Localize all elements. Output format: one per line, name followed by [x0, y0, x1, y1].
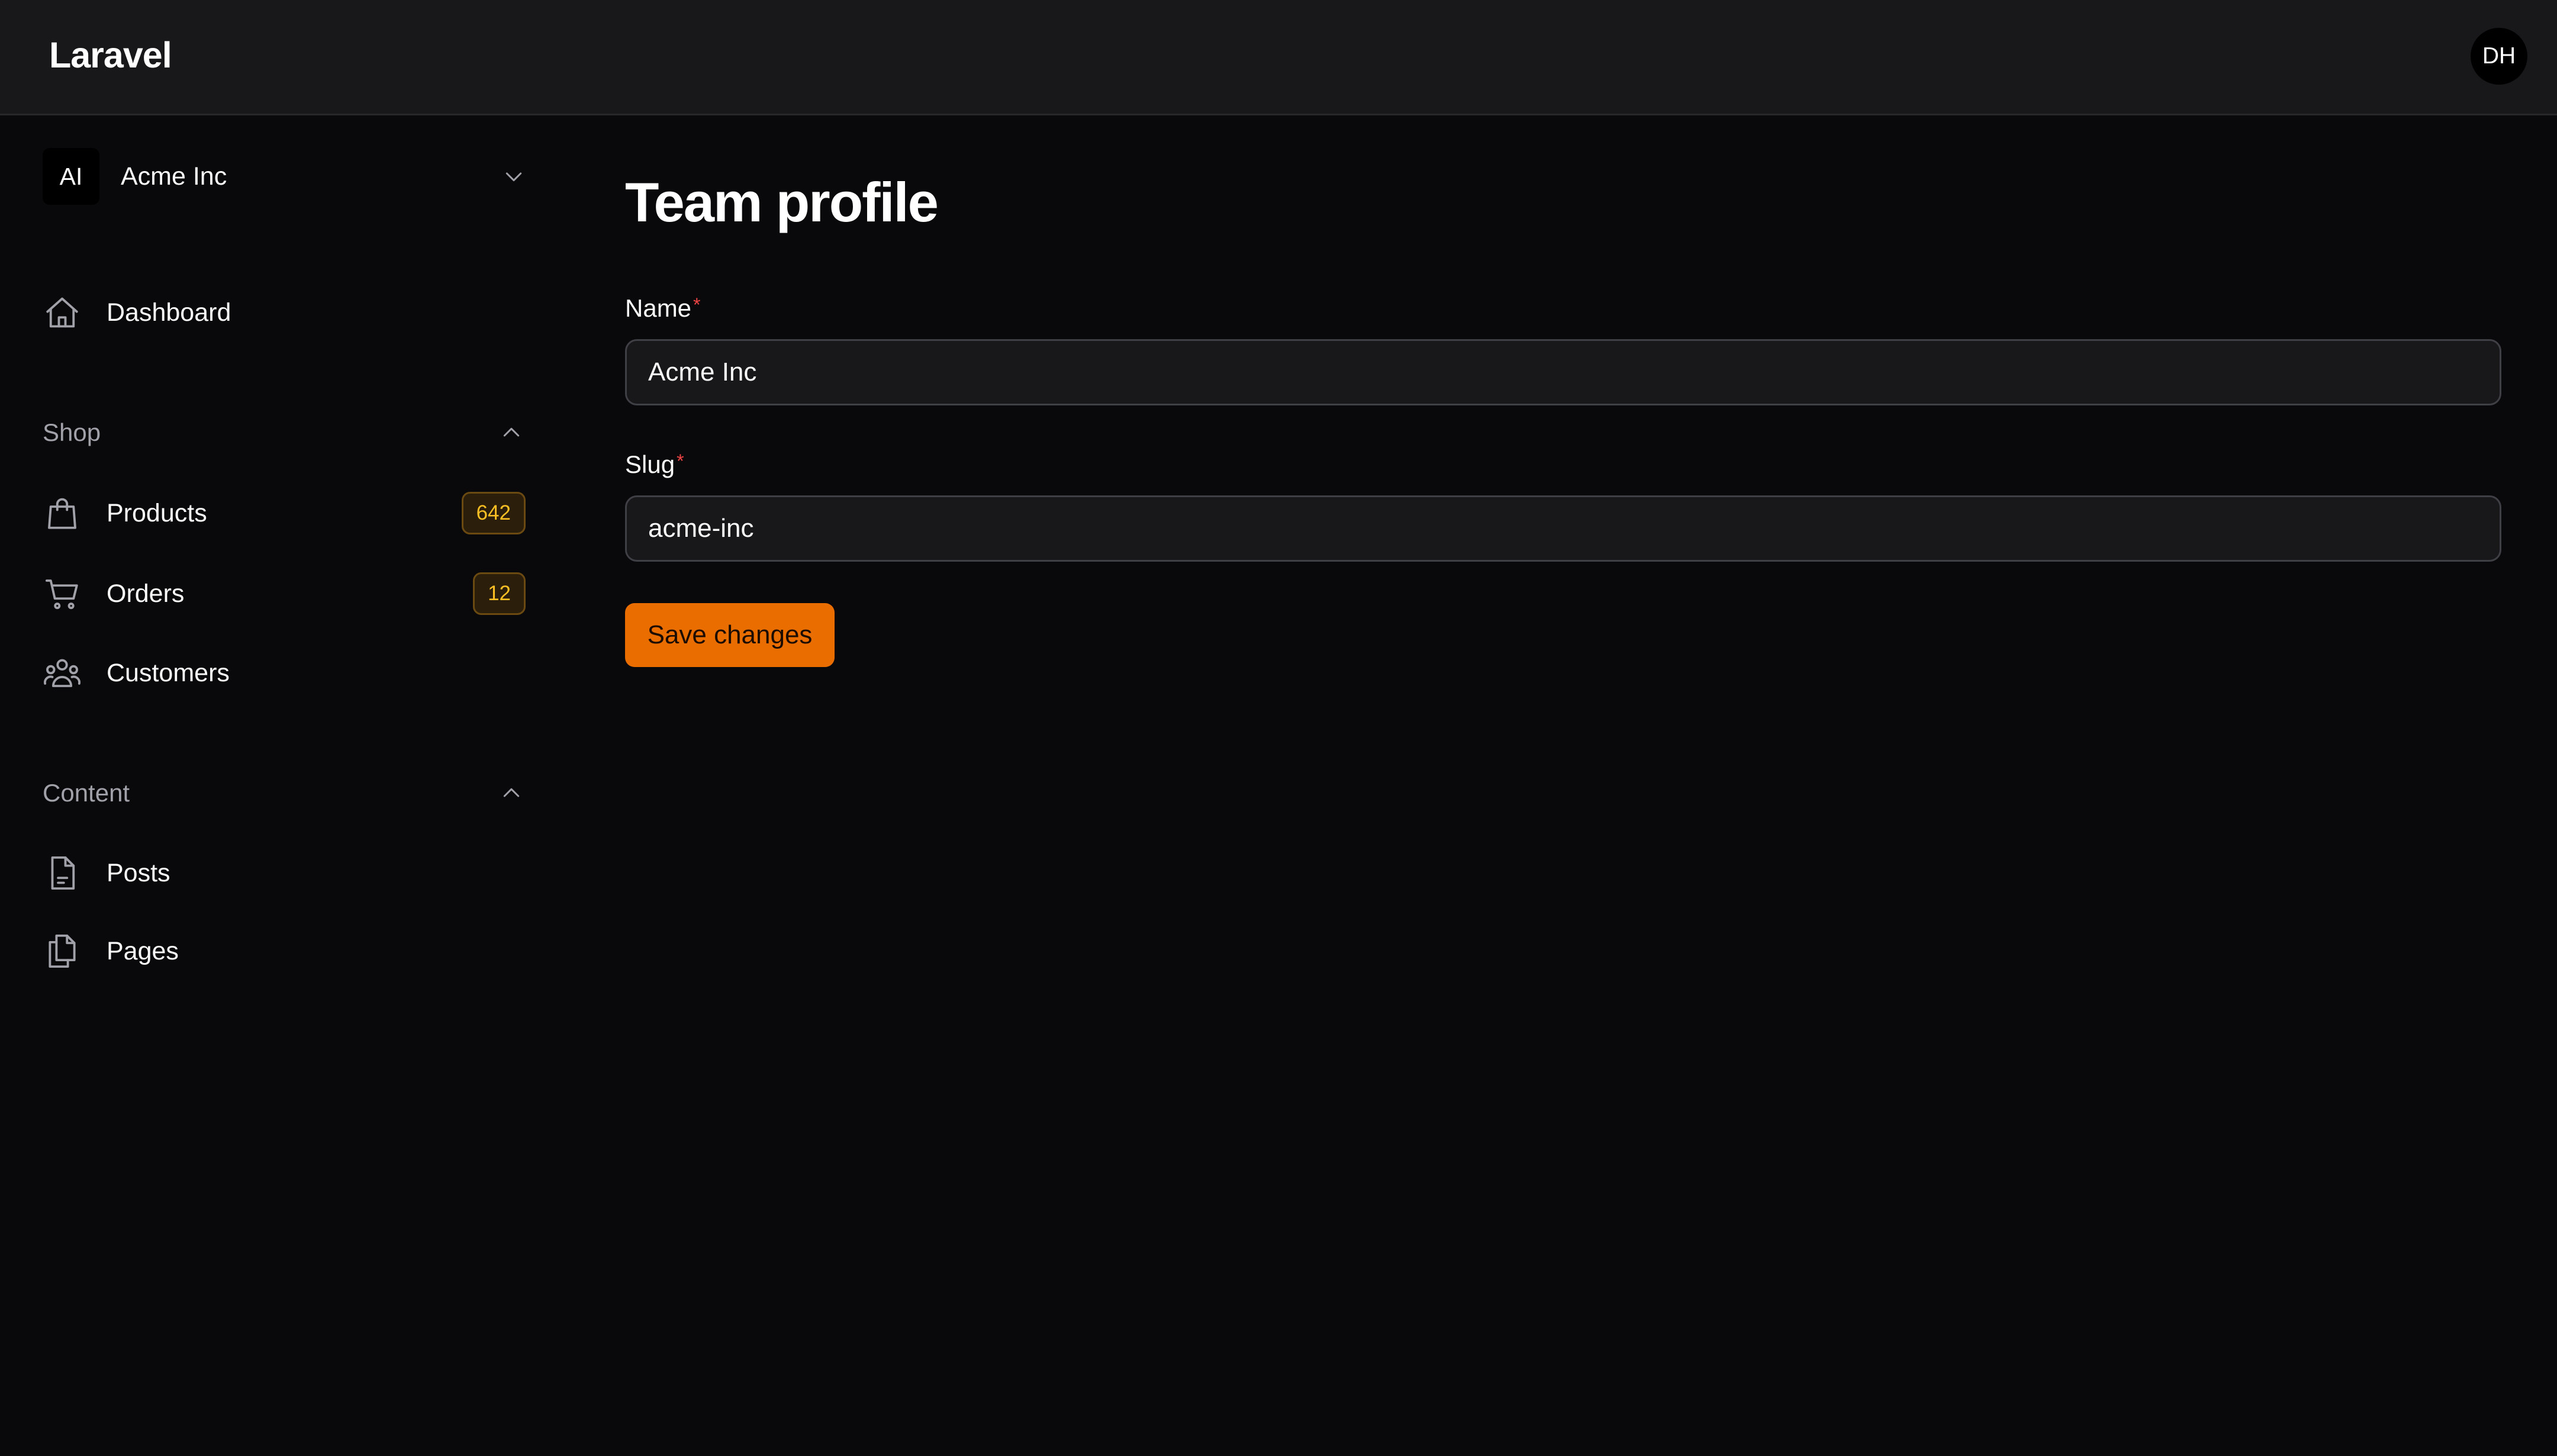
sidebar-item-products[interactable]: Products 642	[43, 481, 526, 545]
chevron-down-icon	[500, 162, 528, 191]
sidebar-item-label: Orders	[107, 579, 185, 608]
user-avatar[interactable]: DH	[2471, 28, 2527, 85]
slug-input[interactable]	[625, 495, 2501, 562]
name-label-text: Name	[625, 294, 692, 322]
document-icon	[43, 853, 82, 893]
shopping-bag-icon	[43, 494, 82, 533]
team-avatar: AI	[43, 148, 99, 205]
slug-label-text: Slug	[625, 450, 675, 478]
sidebar-item-label: Customers	[107, 658, 230, 687]
documents-icon	[43, 932, 82, 971]
name-field-label: Name*	[625, 294, 701, 323]
chevron-up-icon	[497, 418, 526, 447]
count-badge: 642	[461, 492, 526, 534]
sidebar-item-pages[interactable]: Pages	[43, 919, 526, 983]
page-title: Team profile	[625, 171, 939, 233]
users-icon	[43, 653, 82, 692]
chevron-up-icon	[497, 779, 526, 807]
home-icon	[43, 293, 82, 332]
brand-logo[interactable]: Laravel	[49, 34, 172, 76]
count-badge: 12	[473, 572, 526, 615]
sidebar-item-orders[interactable]: Orders 12	[43, 562, 526, 626]
sidebar-item-label: Dashboard	[107, 298, 231, 327]
sidebar-item-customers[interactable]: Customers	[43, 641, 526, 705]
group-label: Content	[43, 779, 130, 807]
sidebar: AI Acme Inc Dashboard Shop Products 642 …	[0, 115, 568, 1456]
name-input[interactable]	[625, 339, 2501, 405]
sidebar-item-label: Pages	[107, 936, 179, 965]
sidebar-item-label: Posts	[107, 858, 170, 887]
sidebar-item-posts[interactable]: Posts	[43, 841, 526, 905]
group-label: Shop	[43, 418, 101, 446]
sidebar-item-dashboard[interactable]: Dashboard	[43, 281, 526, 344]
required-marker: *	[693, 294, 701, 315]
shopping-cart-icon	[43, 574, 82, 613]
slug-field-label: Slug*	[625, 450, 684, 479]
save-changes-button[interactable]: Save changes	[625, 603, 835, 667]
group-heading-shop[interactable]: Shop	[43, 411, 526, 454]
sidebar-item-label: Products	[107, 498, 207, 527]
required-marker: *	[677, 450, 684, 472]
team-switcher[interactable]: AI Acme Inc	[43, 148, 528, 205]
team-name: Acme Inc	[121, 162, 227, 191]
topbar: Laravel DH	[0, 0, 2557, 115]
group-heading-content[interactable]: Content	[43, 772, 526, 814]
